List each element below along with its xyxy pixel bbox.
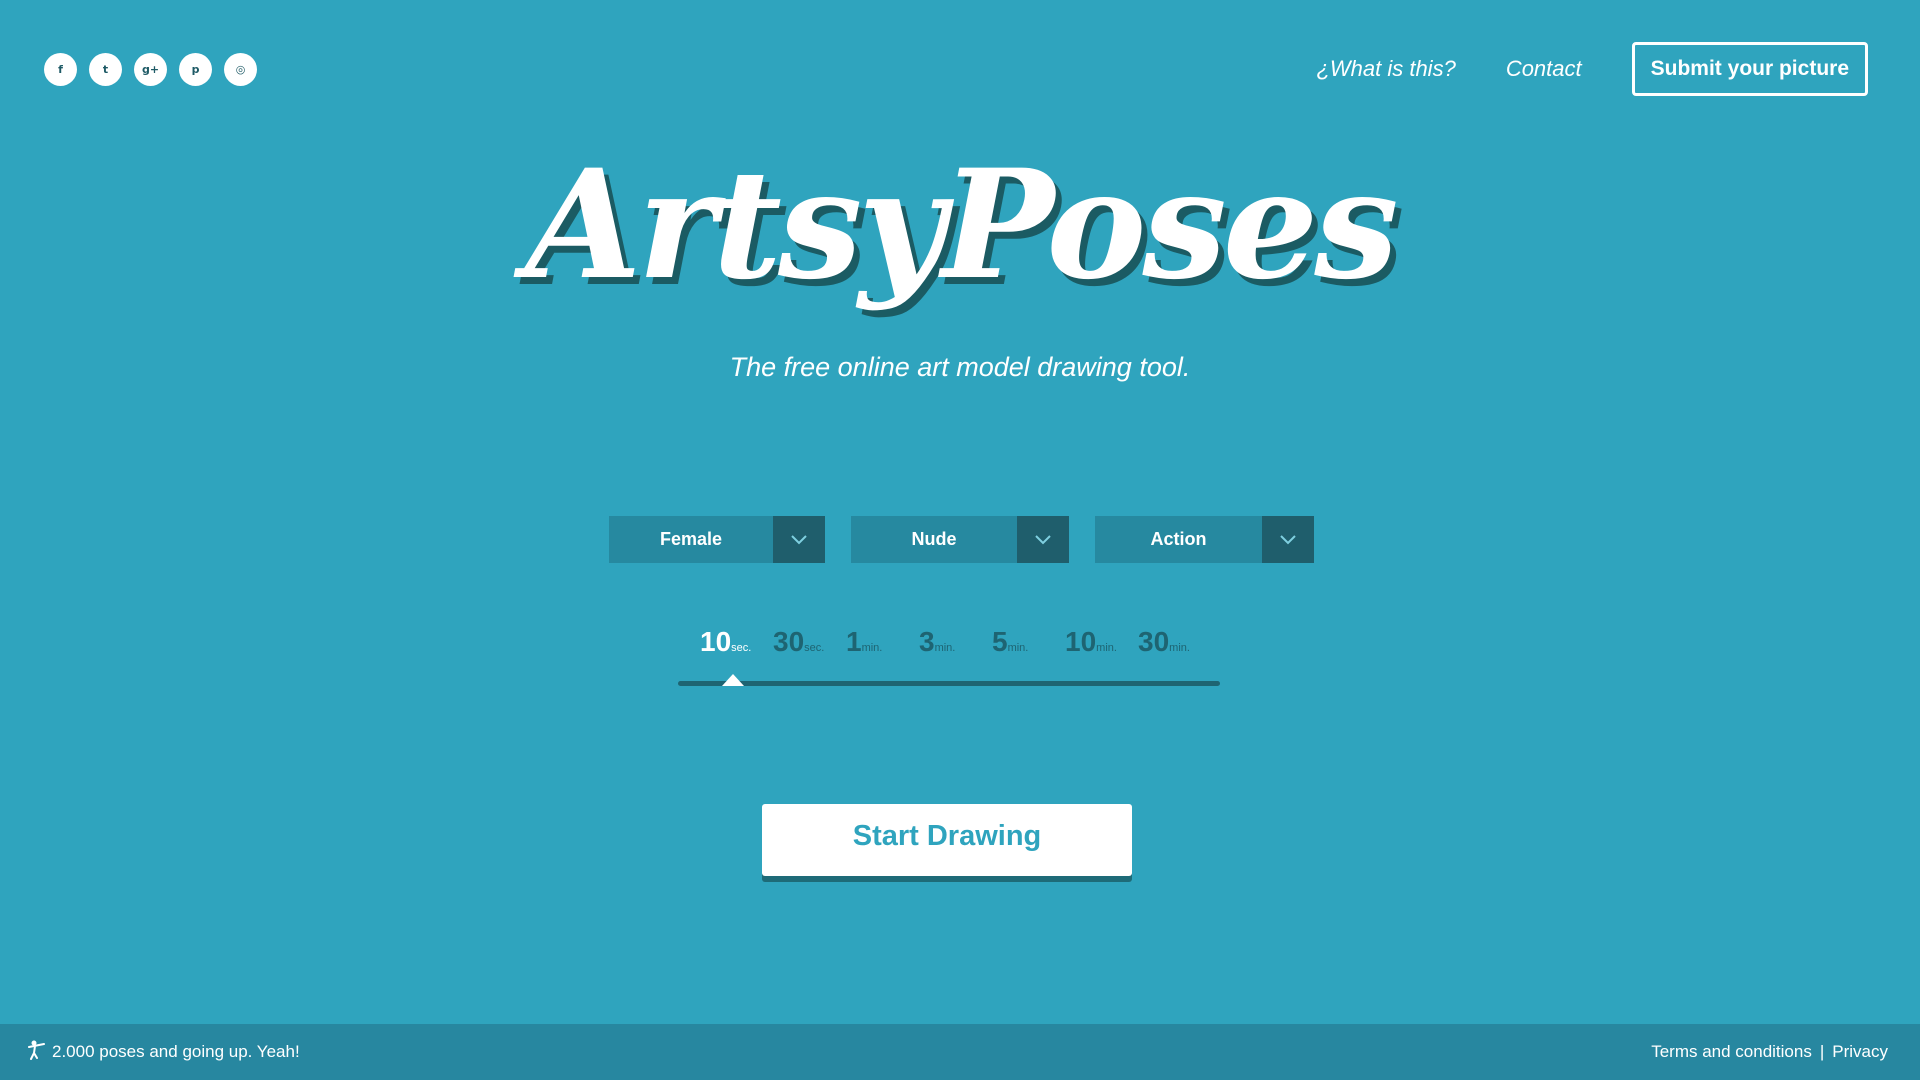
pose-type-select[interactable]: Action [1095,516,1314,563]
poses-count-text: 2.000 poses and going up. Yeah! [52,1042,300,1061]
time-option[interactable]: 30sec. [773,626,846,658]
what-is-this-link[interactable]: ¿What is this? [1316,56,1455,82]
time-value: 3 [919,626,935,657]
gender-select[interactable]: Female [609,516,825,563]
contact-link[interactable]: Contact [1506,56,1582,82]
footer: 2.000 poses and going up. Yeah! Terms an… [0,1024,1920,1080]
clothing-select[interactable]: Nude [851,516,1069,563]
pinterest-icon[interactable]: p [179,53,212,86]
logo-container: ArtsyPoses [0,150,1920,300]
time-option[interactable]: 10min. [1065,626,1138,658]
time-option[interactable]: 1min. [846,626,919,658]
tagline: The free online art model drawing tool. [729,352,1191,382]
time-option[interactable]: 5min. [992,626,1065,658]
submit-picture-button[interactable]: Submit your picture [1631,42,1868,96]
social-links: f t g+ p ◎ [44,53,257,86]
chevron-down-icon [773,516,825,563]
time-unit: min. [934,642,956,654]
time-value: 5 [992,626,1008,657]
footer-stat: 2.000 poses and going up. Yeah! [28,1040,300,1065]
time-option[interactable]: 30min. [1138,626,1211,658]
clothing-select-value: Nude [911,529,957,549]
gender-select-value: Female [659,529,723,549]
time-unit: sec. [804,642,825,654]
time-unit: min. [1169,642,1190,654]
time-options: 10sec. 30sec. 1min. 3min. 5min. 10min. 3… [700,626,1211,658]
facebook-icon[interactable]: f [44,53,77,86]
pose-type-select-value: Action [1150,529,1207,549]
figure-pose-icon [28,1040,46,1065]
chevron-down-icon [1262,516,1314,563]
twitter-icon[interactable]: t [89,53,122,86]
time-value: 10 [700,626,732,657]
chevron-down-icon [1017,516,1069,563]
footer-links: Terms and conditions | Privacy [1651,1042,1888,1062]
top-nav: ¿What is this? Contact Submit your pictu… [1316,42,1868,96]
time-value: 30 [1138,626,1170,657]
footer-separator: | [1819,1042,1825,1061]
google-plus-icon[interactable]: g+ [134,53,167,86]
time-slider-thumb[interactable] [722,674,744,686]
time-option[interactable]: 3min. [919,626,992,658]
time-unit: min. [861,642,883,654]
privacy-link[interactable]: Privacy [1832,1042,1888,1062]
time-unit: sec. [731,642,752,654]
time-value: 10 [1065,626,1097,657]
site-logo: ArtsyPoses [525,137,1398,313]
time-unit: min. [1096,642,1117,654]
time-value: 30 [773,626,805,657]
dribbble-icon[interactable]: ◎ [224,53,257,86]
time-value: 1 [846,626,862,657]
time-slider-track[interactable] [678,681,1220,686]
start-drawing-button[interactable]: Start Drawing [762,804,1132,876]
time-option[interactable]: 10sec. [700,626,773,658]
filter-selects: Female Nude Action [609,516,1314,563]
time-unit: min. [1007,642,1029,654]
terms-link[interactable]: Terms and conditions [1651,1042,1812,1062]
